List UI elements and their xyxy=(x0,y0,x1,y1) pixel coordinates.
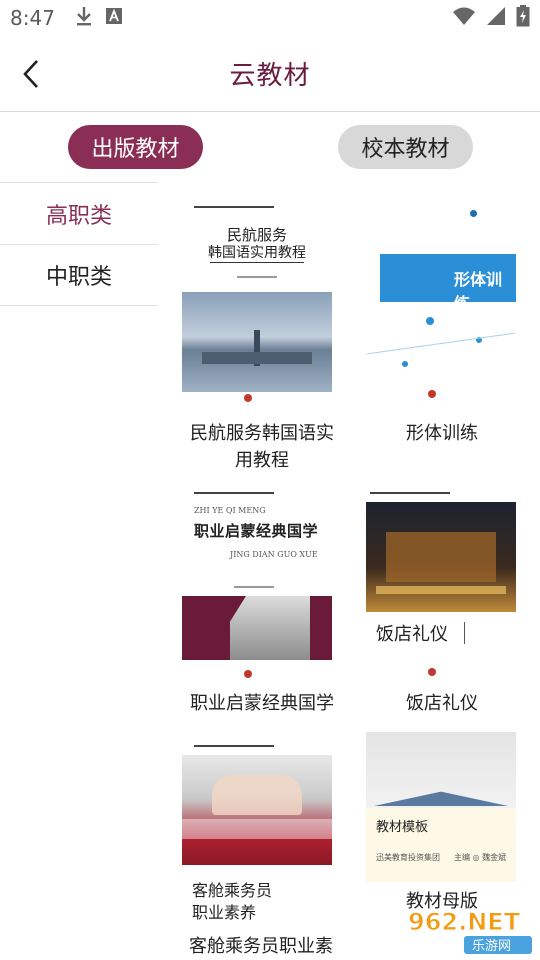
watermark-text: 962.NET xyxy=(408,908,521,936)
font-app-icon xyxy=(105,7,123,29)
book-title: 饭店礼仪 xyxy=(406,693,478,714)
cover-title: 职业素养 xyxy=(192,903,257,922)
tab-published[interactable]: 出版教材 xyxy=(68,125,203,169)
book-card[interactable]: 客舱乘务员 职业素养 客舱乘务员职业素 xyxy=(172,737,352,960)
book-cover: 教材模板 迅美教育投资集团 主编 ◎ 魏金斌 xyxy=(366,732,516,882)
tab-school[interactable]: 校本教材 xyxy=(338,125,473,169)
cover-publisher: 迅美教育投资集团 xyxy=(376,853,440,862)
book-card[interactable]: 形体训练 形体训练 xyxy=(352,192,532,462)
cover-title: 职业启蒙经典国学 xyxy=(194,522,319,540)
cover-image xyxy=(182,755,332,865)
cover-title: 教材模板 xyxy=(376,820,429,835)
back-arrow-icon xyxy=(23,60,38,88)
book-cover: 形体训练 xyxy=(366,192,516,402)
publisher-logo xyxy=(244,394,252,402)
publisher-logo xyxy=(428,668,436,676)
wifi-icon xyxy=(452,6,476,30)
book-title: 形体训练 xyxy=(406,423,478,444)
book-title: 客舱乘务员职业素 xyxy=(189,936,333,957)
sidebar-item-secondary-vocational[interactable]: 中职类 xyxy=(0,244,158,306)
cover-image xyxy=(366,502,516,612)
cover-editor: 主编 ◎ 魏金斌 xyxy=(454,853,507,862)
publisher-logo xyxy=(428,390,436,398)
cover-title: 饭店礼仪 xyxy=(376,624,448,645)
book-title: 职业启蒙经典国学 xyxy=(190,693,334,714)
cover-image xyxy=(182,596,332,660)
battery-icon xyxy=(516,5,530,31)
app-header: 云教材 xyxy=(0,36,540,112)
signal-icon xyxy=(486,6,506,30)
cover-image xyxy=(366,732,516,808)
sidebar: 高职类 中职类 xyxy=(0,182,158,306)
watermark-subtext: 乐游网 xyxy=(472,939,511,954)
book-cover: 民航服务 韩国语实用教程 xyxy=(182,192,332,402)
book-cover: 饭店礼仪 xyxy=(366,482,516,682)
book-card[interactable]: 民航服务 韩国语实用教程 民航服务韩国语实用教程 xyxy=(172,192,352,471)
cover-title: 韩国语实用教程 xyxy=(208,245,306,261)
status-time: 8:47 xyxy=(10,6,55,30)
book-card[interactable]: ZHI YE QI MENG 职业启蒙经典国学 JING DIAN GUO XU… xyxy=(172,482,352,722)
book-cover: 客舱乘务员 职业素养 xyxy=(182,737,332,927)
back-button[interactable] xyxy=(14,56,48,92)
page-title: 云教材 xyxy=(229,61,311,91)
download-icon xyxy=(75,6,93,30)
book-card[interactable]: 饭店礼仪 饭店礼仪 xyxy=(352,482,532,722)
book-title: 民航服务韩国语实用教程 xyxy=(190,423,334,471)
category-tabs: 出版教材 校本教材 xyxy=(0,112,540,182)
book-cover: ZHI YE QI MENG 职业启蒙经典国学 JING DIAN GUO XU… xyxy=(182,482,332,682)
status-bar: 8:47 xyxy=(0,0,540,36)
cover-pinyin: JING DIAN GUO XUE xyxy=(230,550,318,559)
cover-image xyxy=(182,292,332,392)
cover-pinyin: ZHI YE QI MENG xyxy=(194,506,266,515)
sidebar-item-higher-vocational[interactable]: 高职类 xyxy=(0,182,158,244)
publisher-logo xyxy=(244,670,252,678)
site-watermark: 962.NET 乐游网 xyxy=(404,902,534,956)
cover-title: 形体训练 xyxy=(454,270,503,313)
cover-title: 客舱乘务员 xyxy=(192,881,273,900)
